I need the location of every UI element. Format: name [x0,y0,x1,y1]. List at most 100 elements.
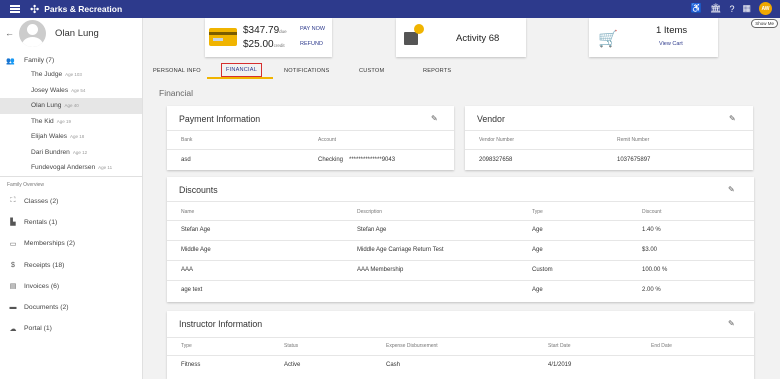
sidebar-item-label: Rentals (1) [24,218,58,226]
refund-button[interactable]: REFUND [300,41,323,47]
user-avatar[interactable]: AW [759,2,772,15]
discount-cell: Custom [532,267,553,273]
sidebar-item-label: Invoices (6) [24,282,60,290]
discount-cell: Middle Age [181,247,211,253]
view-cart-link[interactable]: View Cart [659,41,683,47]
member-name: The Judge [31,71,63,79]
divider [167,280,754,281]
divider [167,337,754,338]
activity-card[interactable]: Activity 68 [396,18,526,57]
sidebar-item-portal[interactable]: ☁ Portal (1) [0,318,142,339]
discount-cell: Stefan Age [181,227,211,233]
edit-pencil-icon[interactable]: ✎ [431,114,438,123]
folder-icon: ▬ [9,304,17,312]
discount-cell: age text [181,287,203,293]
discount-cell: Stefan Age [357,227,387,233]
column-header: Expense Disbursement [386,343,438,349]
column-header: Account [318,137,337,143]
discount-cell: AAA Membership [357,267,404,273]
instructor-status-value: Active [284,362,301,368]
dollar-icon: $ [11,261,15,269]
payment-information-title: Payment Information [179,114,261,124]
tab-active-underline [207,77,273,79]
accessibility-icon[interactable]: ♿ [691,3,702,14]
divider [465,130,753,131]
family-member-item[interactable]: The Kid Age 19 [0,114,142,130]
sidebar-item-classes[interactable]: ⛶ Classes (2) [0,191,142,212]
family-header[interactable]: 👥 Family (7) [0,54,142,67]
edit-pencil-icon[interactable]: ✎ [728,319,735,328]
member-name: Olan Lung [31,102,62,110]
rentals-icon: ▙ [10,219,16,227]
column-header: Vendor Number [479,137,515,143]
help-icon[interactable]: ? [729,4,734,14]
discount-cell: Age [532,227,543,233]
back-arrow-icon[interactable]: ← [5,28,17,38]
show-me-button[interactable]: Show Me [751,19,778,28]
expense-disbursement-value: Cash [386,362,401,368]
edit-pencil-icon[interactable]: ✎ [728,185,735,194]
cart-icon: 🛒 [598,31,618,48]
member-age: Age 40 [64,103,79,109]
credit-card-icon [209,28,237,46]
cart-card: 🛒 1 Items View Cart [589,18,718,57]
divider [167,220,754,221]
top-app-bar: ✣ Parks & Recreation ♿ 🏛 ? ▦ AW [0,0,780,18]
sidebar-item-memberships[interactable]: ▭ Memberships (2) [0,233,142,254]
tab-financial[interactable]: FINANCIAL [221,63,263,77]
edit-pencil-icon[interactable]: ✎ [729,114,736,123]
member-age: Age 11 [98,165,113,171]
divider [167,355,754,356]
logo-icon: ✣ [30,3,40,16]
tab-notifications[interactable]: NOTIFICATIONS [284,63,329,79]
column-header: Type [532,209,543,215]
cart-items-count: 1 Items [656,25,688,36]
apps-grid-icon[interactable]: ▦ [742,3,751,14]
divider [167,149,454,150]
instructor-type-value: Fitness [181,362,201,368]
discounts-title: Discounts [179,185,218,195]
member-name: Fundevogal Andersen [31,164,96,172]
bank-value: asd [181,157,191,163]
divider [167,260,754,261]
start-date-value: 4/1/2019 [548,362,572,368]
family-member-item[interactable]: Dari Bundren Age 12 [0,145,142,161]
divider [0,175,142,177]
divider [167,240,754,241]
family-member-item[interactable]: Fundevogal Andersen Age 11 [0,160,142,176]
activity-label: Activity 68 [456,33,500,44]
family-member-item[interactable]: The Judge Age 103 [0,67,142,83]
sidebar-item-rentals[interactable]: ▙ Rentals (1) [0,212,142,233]
sidebar-item-receipts[interactable]: $ Receipts (18) [0,254,142,275]
sidebar-item-documents[interactable]: ▬ Documents (2) [0,297,142,318]
member-age: Age 18 [70,134,85,140]
discount-cell: 100.00 % [642,267,668,273]
pay-now-button[interactable]: PAY NOW [300,26,325,32]
app-title: Parks & Recreation [44,4,123,14]
tab-personal-info[interactable]: PERSONAL INFO [153,63,201,79]
vendor-title: Vendor [477,114,505,124]
instructor-information-title: Instructor Information [179,319,263,329]
sidebar-item-invoices[interactable]: ▤ Invoices (6) [0,276,142,297]
credit-amount: $25.00credit [243,39,285,50]
tab-custom[interactable]: CUSTOM [359,63,384,79]
family-member-item[interactable]: Josey Wales Age 54 [0,83,142,99]
instructor-information-panel: Instructor Information ✎ Type Status Exp… [167,311,754,379]
discount-cell: $3.00 [642,247,658,253]
family-member-item[interactable]: Olan Lung Age 40 [0,98,142,114]
vendor-panel: Vendor ✎ Vendor Number Remit Number 2098… [465,106,753,170]
menu-icon[interactable] [10,4,20,15]
payment-information-panel: Payment Information ✎ Bank Account asd C… [167,106,454,170]
column-header: Description [357,209,383,215]
column-header: Remit Number [617,137,650,143]
family-label: Family (7) [24,57,55,64]
column-header: Name [181,209,195,215]
family-member-item[interactable]: Elijah Wales Age 18 [0,129,142,145]
bank-icon[interactable]: 🏛 [710,3,721,14]
sidebar-item-label: Classes (2) [24,197,59,205]
sidebar: ← Olan Lung 👥 Family (7) The Judge Age 10… [0,18,143,379]
column-header: End Date [651,343,672,349]
tab-reports[interactable]: REPORTS [423,63,451,79]
section-title: Financial [159,88,194,98]
sidebar-item-label: Portal (1) [24,325,52,333]
